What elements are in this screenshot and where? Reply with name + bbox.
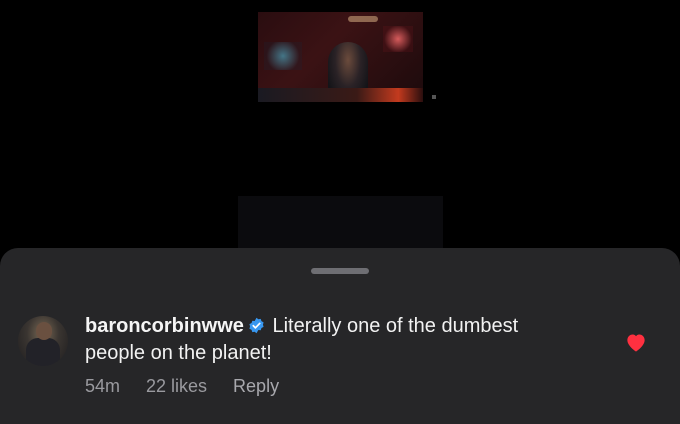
- comments-sheet: baroncorbinwwe Literally one of the dumb…: [0, 248, 680, 424]
- screen: baroncorbinwwe Literally one of the dumb…: [0, 0, 680, 424]
- background-video-thumbnail[interactable]: [258, 12, 423, 102]
- comment-likes-count[interactable]: 22 likes: [146, 376, 207, 397]
- reply-button[interactable]: Reply: [233, 376, 279, 397]
- neon-glow-left: [264, 42, 302, 70]
- comment-text-line-2: people on the planet!: [85, 342, 272, 364]
- avatar-head-shape: [36, 322, 52, 340]
- comment-timestamp: 54m: [85, 376, 121, 396]
- avatar-suit-shape: [26, 338, 60, 366]
- heart-icon[interactable]: [625, 332, 647, 352]
- neon-glow-right: [383, 26, 413, 52]
- verified-badge-icon: [248, 316, 265, 341]
- video-corner-mark: [432, 95, 436, 99]
- desk-shape: [258, 88, 423, 102]
- comment-body: baroncorbinwwe Literally one of the dumb…: [85, 314, 605, 366]
- comment-username[interactable]: baroncorbinwwe: [85, 315, 244, 337]
- sheet-grabber-handle[interactable]: [311, 268, 369, 274]
- ceiling-fan-shape: [348, 16, 378, 22]
- comment-text-line-1: Literally one of the dumbest: [272, 315, 519, 337]
- comment-meta-row: 54m 22 likes Reply: [85, 376, 279, 397]
- avatar[interactable]: [18, 316, 68, 366]
- dimmed-content-block: [238, 196, 443, 256]
